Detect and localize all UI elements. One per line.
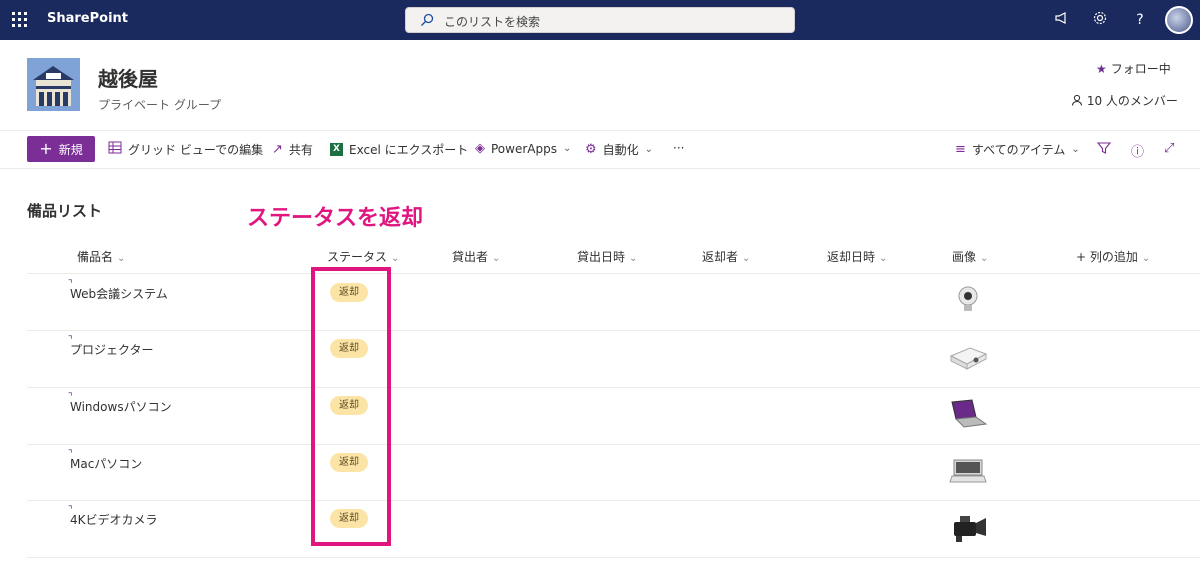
expand-button[interactable]: ⤢ — [1164, 141, 1174, 156]
more-button[interactable]: ··· — [673, 141, 684, 155]
chevron-down-icon: ⌄ — [644, 144, 654, 155]
new-button[interactable]: + 新規 — [27, 136, 95, 162]
filter-button[interactable] — [1096, 141, 1112, 159]
column-header-returner[interactable]: 返却者 ⌄ — [702, 248, 750, 265]
automate-button[interactable]: ⚙ 自動化 ⌄ — [585, 141, 653, 158]
info-button[interactable]: ⓘ — [1131, 141, 1144, 160]
brand-link[interactable]: SharePoint — [47, 11, 128, 26]
search-box[interactable]: このリストを検索 — [405, 7, 795, 33]
row-divider — [27, 500, 1200, 501]
chevron-down-icon: ⌄ — [980, 253, 989, 264]
new-item-icon: ⌝ — [68, 335, 73, 346]
star-icon: ★ — [1096, 62, 1107, 76]
share-button[interactable]: ↗ 共有 — [272, 141, 313, 158]
chevron-down-icon: ⌄ — [879, 253, 888, 264]
excel-icon: X — [330, 143, 343, 156]
site-logo[interactable] — [27, 58, 80, 111]
new-item-icon: ⌝ — [68, 505, 73, 516]
plus-icon: + — [1076, 250, 1087, 264]
view-label: すべてのアイテム — [971, 143, 1066, 157]
search-icon — [421, 13, 434, 26]
row-divider — [27, 444, 1200, 445]
commandbar-divider — [0, 168, 1200, 169]
members-button[interactable]: 10 人のメンバー — [1071, 92, 1178, 109]
suite-bar: SharePoint このリストを検索 ? — [0, 0, 1200, 40]
grid-icon — [108, 141, 122, 158]
column-header-image[interactable]: 画像 ⌄ — [952, 248, 988, 265]
windows-laptop-image[interactable] — [948, 397, 988, 429]
view-selector[interactable]: ≡ すべてのアイテム ⌄ — [955, 141, 1080, 158]
megaphone-icon[interactable] — [1052, 10, 1072, 30]
add-column-button[interactable]: + 列の追加 ⌄ — [1076, 248, 1150, 265]
list-item-name[interactable]: ⌝ Macパソコン — [68, 449, 142, 472]
avatar[interactable] — [1165, 6, 1193, 34]
automate-icon: ⚙ — [585, 142, 597, 157]
members-label: 10 人のメンバー — [1086, 94, 1178, 108]
chevron-down-icon: ⌄ — [492, 253, 501, 264]
powerapps-label: PowerApps — [491, 141, 557, 156]
header-divider — [0, 130, 1200, 131]
projector-image[interactable] — [948, 340, 988, 372]
grid-edit-label: グリッド ビューでの編集 — [128, 143, 264, 157]
list-item-name[interactable]: ⌝ Web会議システム — [68, 279, 168, 302]
list-item-name[interactable]: ⌝ 4Kビデオカメラ — [68, 505, 158, 528]
list-item-name[interactable]: ⌝ プロジェクター — [68, 335, 154, 358]
follow-label: フォロー中 — [1110, 62, 1171, 76]
filter-icon — [1096, 141, 1112, 159]
row-divider — [27, 387, 1200, 388]
row-divider — [27, 557, 1200, 558]
new-item-icon: ⌝ — [68, 449, 73, 460]
automate-label: 自動化 — [602, 143, 639, 157]
new-item-icon: ⌝ — [68, 279, 73, 290]
view-list-icon: ≡ — [955, 142, 966, 157]
webcam-image[interactable] — [948, 283, 988, 315]
annotation-text: ステータスを返却 — [247, 206, 424, 231]
column-header-borrower[interactable]: 貸出者 ⌄ — [452, 248, 500, 265]
new-label: 新規 — [58, 142, 83, 157]
info-icon: ⓘ — [1131, 145, 1145, 160]
site-subtitle: プライベート グループ — [98, 98, 222, 112]
video-camera-image[interactable] — [948, 512, 988, 544]
chevron-down-icon: ⌄ — [391, 253, 400, 264]
share-icon: ↗ — [272, 142, 283, 157]
site-title: 越後屋 — [98, 67, 158, 91]
header-row-divider — [27, 273, 1200, 274]
plus-icon: + — [39, 139, 53, 158]
chevron-down-icon: ⌄ — [117, 253, 126, 264]
gear-icon[interactable] — [1090, 10, 1110, 30]
mac-laptop-image[interactable] — [948, 454, 988, 486]
share-label: 共有 — [288, 143, 313, 157]
column-header-return-date[interactable]: 返却日時 ⌄ — [827, 248, 887, 265]
chevron-down-icon: ⌄ — [629, 253, 638, 264]
person-icon — [1071, 94, 1087, 108]
column-header-borrow-date[interactable]: 貸出日時 ⌄ — [577, 248, 637, 265]
list-title: 備品リスト — [27, 202, 103, 220]
new-item-icon: ⌝ — [68, 392, 73, 403]
chevron-down-icon: ⌄ — [562, 143, 572, 154]
list-item-name[interactable]: ⌝ Windowsパソコン — [68, 392, 172, 415]
powerapps-button[interactable]: ◈ PowerApps ⌄ — [475, 141, 571, 156]
chevron-down-icon: ⌄ — [742, 253, 751, 264]
app-launcher-icon[interactable] — [12, 12, 28, 28]
status-highlight-box — [311, 267, 391, 546]
export-excel-button[interactable]: X Excel にエクスポート — [330, 141, 468, 158]
export-excel-label: Excel にエクスポート — [349, 143, 469, 157]
expand-icon: ⤢ — [1164, 141, 1175, 156]
chevron-down-icon: ⌄ — [1071, 144, 1080, 155]
search-input[interactable]: このリストを検索 — [444, 13, 540, 30]
grid-edit-button[interactable]: グリッド ビューでの編集 — [108, 141, 263, 158]
column-header-status[interactable]: ステータス ⌄ — [327, 248, 399, 265]
column-header-name[interactable]: 備品名 ⌄ — [77, 248, 125, 265]
chevron-down-icon: ⌄ — [1141, 253, 1151, 264]
row-divider — [27, 330, 1200, 331]
follow-button[interactable]: ★ フォロー中 — [1096, 60, 1171, 77]
powerapps-icon: ◈ — [475, 141, 485, 156]
help-icon[interactable]: ? — [1130, 10, 1150, 30]
